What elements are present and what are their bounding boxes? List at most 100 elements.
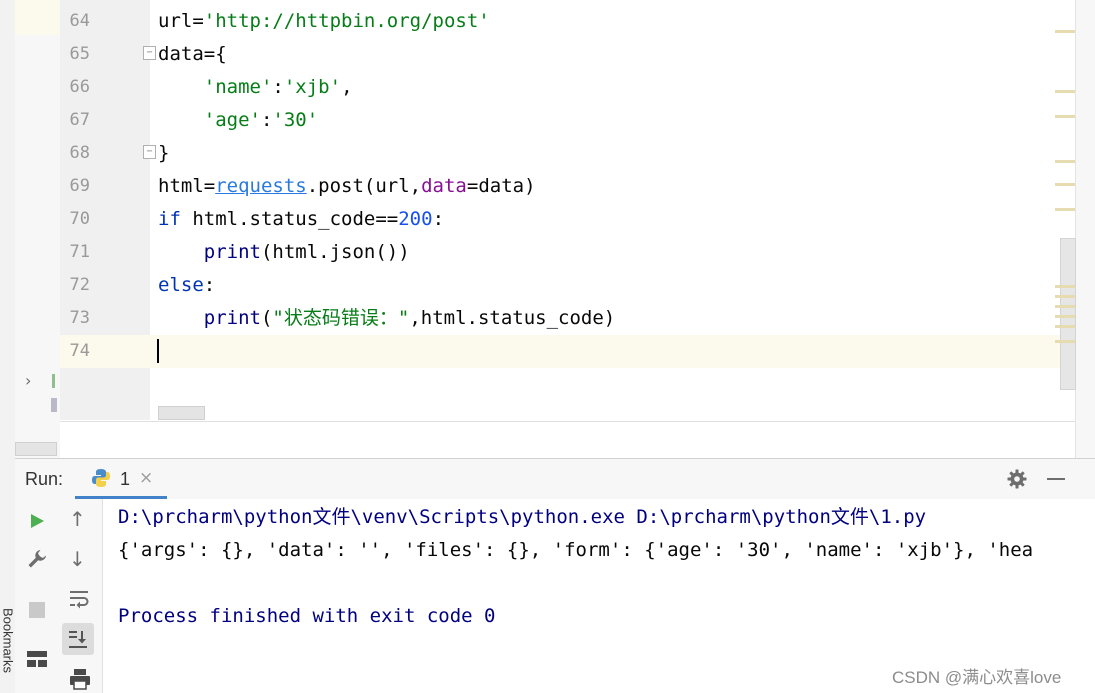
error-stripe-mark[interactable] — [1055, 325, 1075, 328]
scrollbar-thumb[interactable] — [1060, 238, 1076, 390]
gear-icon[interactable] — [1007, 469, 1027, 489]
editor-vertical-scrollbar[interactable] — [1060, 0, 1095, 458]
url-string: 'http://httpbin.org/post' — [203, 10, 490, 32]
code-line-65: data={ — [158, 38, 227, 71]
console-exit-message: Process finished with exit code 0 — [118, 605, 496, 627]
code-token: =data) — [466, 175, 536, 197]
error-stripe-mark[interactable] — [1055, 90, 1075, 93]
console-command-line: D:\prcharm\python文件\venv\Scripts\python.… — [118, 506, 927, 528]
line-number: 66 — [69, 77, 90, 97]
layout-icon[interactable] — [26, 650, 48, 668]
code-line-71: print(html.json()) — [158, 236, 410, 269]
code-token: html.status_code== — [180, 208, 399, 230]
error-stripe-mark[interactable] — [1055, 115, 1075, 118]
code-token: } — [158, 142, 170, 164]
code-token: .post(url, — [306, 175, 422, 197]
fold-marker-icon[interactable]: − — [143, 46, 156, 60]
editor-bottom-border — [60, 421, 1075, 422]
line-number: 67 — [69, 110, 90, 130]
error-stripe-mark[interactable] — [1055, 160, 1075, 163]
code-keyword: else — [158, 274, 204, 296]
current-line-highlight — [60, 335, 1060, 368]
code-line-68: } — [158, 137, 169, 170]
line-number: 64 — [69, 11, 90, 31]
error-stripe-mark[interactable] — [1055, 285, 1075, 288]
minimize-icon[interactable] — [1047, 478, 1065, 480]
line-number: 71 — [69, 242, 90, 262]
code-line-73: print("状态码错误：",html.status_code) — [158, 302, 615, 335]
code-token: : — [203, 274, 216, 296]
run-tool-window-header: Run: 1 × — [15, 458, 1095, 500]
arrow-up-icon[interactable]: ↑ — [69, 507, 86, 531]
line-number: 72 — [69, 275, 90, 295]
code-line-72: else: — [158, 269, 215, 302]
code-line-66: 'name':'xjb', — [158, 71, 353, 104]
code-string: 'age' — [203, 109, 261, 131]
code-token: html= — [158, 175, 216, 197]
code-line-70: if html.status_code==200: — [158, 203, 444, 236]
console-output-line: {'args': {}, 'data': '', 'files': {}, 'f… — [118, 539, 1034, 561]
line-number: 69 — [69, 176, 90, 196]
gutter-current-line-top — [15, 0, 60, 35]
code-builtin: print — [203, 307, 261, 329]
run-tab-label: 1 — [120, 469, 131, 489]
error-stripe-mark[interactable] — [1055, 295, 1075, 298]
line-number: 73 — [69, 308, 90, 328]
editor-horizontal-scrollbar[interactable] — [158, 406, 205, 420]
code-line-64: url='http://httpbin.org/post' — [158, 5, 490, 38]
code-string: "状态码错误：" — [272, 307, 410, 329]
chevron-right-icon[interactable]: › — [25, 371, 31, 390]
code-string: 'xjb' — [283, 76, 342, 98]
watermark: CSDN @满心欢喜love — [892, 668, 1062, 687]
error-stripe-mark[interactable] — [1055, 305, 1075, 308]
module-reference[interactable]: requests — [215, 175, 307, 197]
code-param: data — [421, 175, 467, 197]
code-line-69: html=requests.post(url,data=data) — [158, 170, 536, 203]
python-icon — [92, 469, 110, 487]
text-caret — [157, 339, 159, 363]
bookmarks-tab[interactable]: Bookmarks — [0, 595, 16, 693]
error-stripe-mark[interactable] — [1055, 183, 1075, 186]
scroll-to-end-button[interactable] — [62, 623, 94, 655]
bookmarks-label: Bookmarks — [0, 607, 16, 674]
tree-file-icon — [51, 398, 57, 412]
code-line-67: 'age':'30' — [158, 104, 318, 137]
error-stripe-mark[interactable] — [1055, 208, 1075, 211]
project-horizontal-scrollbar[interactable] — [15, 442, 57, 456]
run-label: Run: — [25, 469, 64, 489]
code-string: '30' — [272, 109, 319, 131]
stop-icon[interactable] — [29, 602, 45, 618]
code-keyword: if — [158, 208, 181, 230]
arrow-down-icon[interactable]: ↓ — [69, 547, 86, 571]
fold-marker-icon[interactable]: − — [143, 145, 156, 159]
line-number: 70 — [69, 209, 90, 229]
scroll-to-end-icon — [69, 631, 87, 648]
code-builtin: print — [203, 241, 261, 263]
rerun-icon[interactable] — [28, 512, 46, 530]
error-stripe-mark[interactable] — [1055, 315, 1075, 318]
code-token: url= — [158, 10, 204, 32]
left-tool-strip — [0, 0, 16, 693]
error-stripe-mark[interactable] — [1055, 30, 1075, 33]
run-tab-1[interactable]: 1 × — [75, 459, 167, 499]
close-tab-icon[interactable]: × — [139, 468, 153, 488]
print-icon[interactable] — [69, 668, 91, 690]
line-number: 74 — [69, 341, 90, 361]
soft-wrap-icon[interactable] — [69, 589, 91, 609]
error-stripe-mark[interactable] — [1055, 340, 1075, 343]
tree-bar-icon — [52, 374, 55, 388]
code-token: (html.json()) — [260, 241, 410, 263]
wrench-icon[interactable] — [26, 548, 48, 570]
code-string: 'name' — [203, 76, 273, 98]
code-token: ,html.status_code) — [409, 307, 616, 329]
line-number: 68 — [69, 143, 90, 163]
code-token: ( — [260, 307, 273, 329]
run-toolbar-secondary: ↑ ↓ — [60, 499, 103, 693]
code-token: data={ — [158, 43, 227, 65]
code-token: : — [272, 76, 284, 98]
project-pane-edge: › — [15, 0, 60, 458]
